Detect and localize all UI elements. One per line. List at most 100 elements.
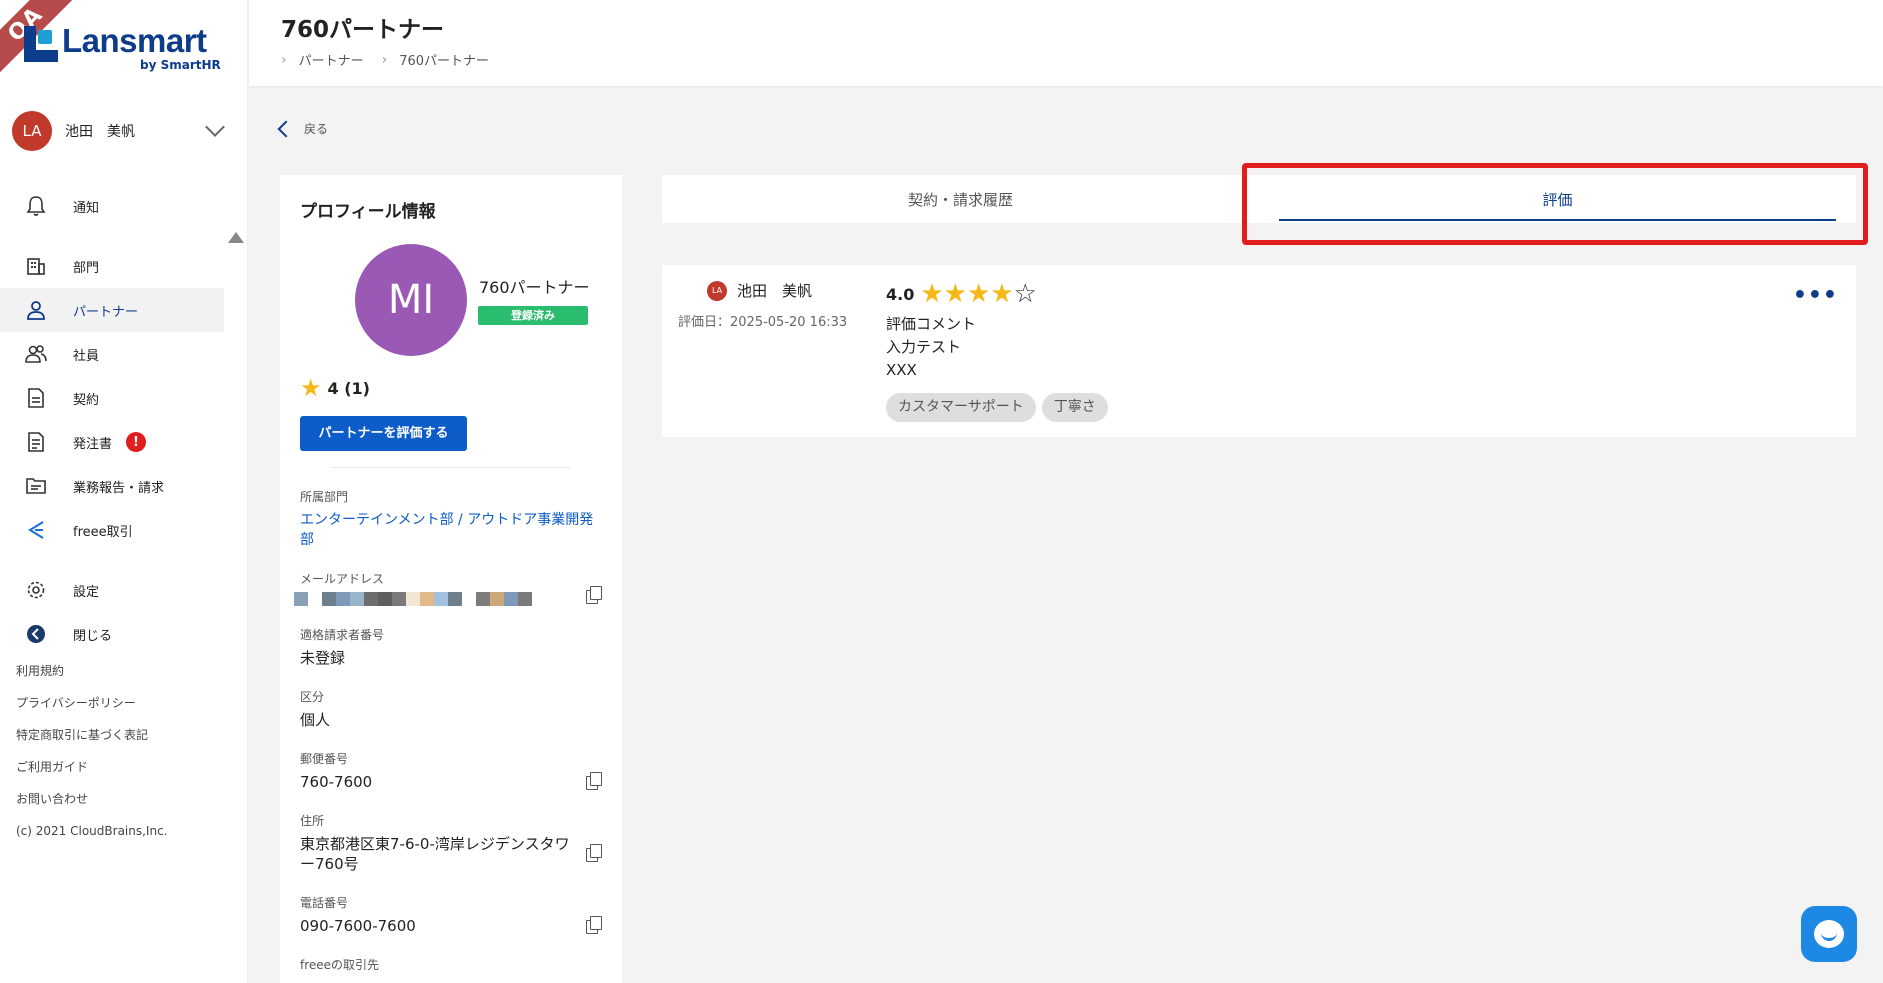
field-value: 個人 (300, 711, 331, 729)
review-card: LA 池田 美帆 評価日：2025-05-20 16:33 4.0 ★★★★☆ … (662, 265, 1856, 437)
field-value: 090-7600-7600 (300, 917, 416, 935)
back-link[interactable]: 戻る (277, 120, 329, 137)
partner-name: 760パートナー (479, 278, 590, 297)
copy-icon[interactable] (586, 844, 602, 862)
sidebar-item-department[interactable]: 部門 (0, 244, 224, 288)
sidebar-item-label: 閉じる (73, 628, 113, 644)
invoice-field: 適格請求者番号 未登録 (300, 626, 602, 668)
avatar: LA (12, 111, 52, 151)
sidebar-item-close[interactable]: 閉じる (0, 612, 224, 656)
divider (332, 467, 570, 468)
bell-icon (25, 195, 47, 217)
field-value: 東京都港区東7-6-0-湾岸レジデンスタワー760号 (300, 835, 570, 873)
gear-icon (25, 579, 47, 601)
sidebar-item-label: 契約 (73, 392, 100, 408)
copy-icon[interactable] (586, 772, 602, 790)
comment-line: 評価コメント (886, 315, 977, 333)
review-comment: 評価コメント 入力テスト XXX (886, 313, 976, 382)
footer-link-guide[interactable]: ご利用ガイド (16, 759, 168, 791)
page-header: 760パートナー › パートナー › 760パートナー (249, 0, 1883, 86)
logo-subtext: by SmartHR (140, 58, 221, 72)
review-tags: カスタマーサポート 丁寧さ (886, 393, 1114, 422)
comment-line: XXX (886, 361, 917, 379)
phone-field: 電話番号 090-7600-7600 (300, 894, 602, 936)
freee-field: freeeの取引先 (300, 956, 602, 973)
folder-icon (25, 475, 47, 497)
logo-text: Lansmart (62, 22, 207, 59)
profile-card: プロフィール情報 MI 760パートナー 登録済み ★ 4 (1) パートナーを… (280, 175, 622, 983)
logo-mark-icon (20, 26, 60, 66)
sidebar-item-notify[interactable]: 通知 (0, 184, 224, 228)
sidebar-item-report[interactable]: 業務報告・請求 (0, 464, 224, 508)
sidebar-item-label: 部門 (73, 260, 100, 276)
field-label: メールアドレス (300, 572, 385, 586)
field-label: freeeの取引先 (300, 958, 380, 972)
copy-icon[interactable] (586, 586, 602, 604)
profile-heading: プロフィール情報 (300, 202, 436, 222)
breadcrumb-item[interactable]: 760パートナー (399, 50, 489, 69)
star-icon: ★ (920, 279, 944, 309)
document-icon (25, 387, 47, 409)
sidebar-item-label: 設定 (73, 584, 100, 600)
scroll-up-arrow-icon[interactable] (228, 232, 244, 243)
breadcrumb-item[interactable]: パートナー (299, 50, 364, 69)
department-link[interactable]: エンターテインメント部 / アウトドア事業開発部 (300, 510, 602, 550)
field-value: 未登録 (300, 649, 346, 667)
tag: カスタマーサポート (886, 393, 1036, 422)
footer-link-privacy[interactable]: プライバシーポリシー (16, 695, 168, 727)
sidebar-item-label: 社員 (73, 348, 100, 364)
footer-link-terms[interactable]: 利用規約 (16, 663, 168, 695)
copy-icon[interactable] (586, 916, 602, 934)
more-options-icon[interactable]: ••• (1793, 283, 1838, 308)
chat-button[interactable] (1801, 906, 1857, 962)
field-label: 適格請求者番号 (300, 628, 385, 642)
chat-icon (1814, 920, 1844, 948)
sidebar-item-freee[interactable]: freee取引 (0, 508, 224, 552)
alert-badge: ! (126, 432, 147, 452)
sidebar-item-label: 業務報告・請求 (73, 480, 165, 496)
sidebar-item-label: 通知 (73, 200, 100, 216)
sidebar-item-partner[interactable]: パートナー (0, 288, 224, 332)
sidebar-item-settings[interactable]: 設定 (0, 568, 224, 612)
review-score: 4.0 ★★★★☆ (886, 279, 1037, 309)
evaluate-partner-button[interactable]: パートナーを評価する (300, 416, 467, 451)
sidebar-item-employee[interactable]: 社員 (0, 332, 224, 376)
sidebar-item-contract[interactable]: 契約 (0, 376, 224, 420)
back-label: 戻る (304, 122, 329, 136)
tab-history[interactable]: 契約・請求履歴 (662, 175, 1259, 223)
tab-review[interactable]: 評価 (1259, 175, 1856, 223)
profile-summary: MI 760パートナー 登録済み (300, 244, 602, 364)
page-title: 760パートナー (281, 17, 445, 43)
rating-summary: ★ 4 (1) (300, 374, 602, 402)
star-rating: ★★★★☆ (920, 279, 1037, 309)
footer-links: 利用規約 プライバシーポリシー 特定商取引に基づく表記 ご利用ガイド お問い合わ… (16, 663, 168, 855)
field-label: 区分 (300, 690, 325, 704)
field-label: 電話番号 (300, 896, 349, 910)
star-icon: ★ (943, 279, 967, 309)
chevron-right-icon: › (281, 51, 287, 68)
building-icon (25, 255, 47, 277)
sidebar-item-order[interactable]: 発注書 ! (0, 420, 224, 464)
breadcrumb: › パートナー › 760パートナー (281, 50, 507, 70)
user-menu[interactable]: LA 池田 美帆 (12, 110, 230, 152)
footer-link-contact[interactable]: お問い合わせ (16, 791, 168, 823)
chevron-down-icon[interactable] (205, 117, 225, 137)
field-value: 760-7600 (300, 773, 373, 791)
type-field: 区分 個人 (300, 688, 602, 730)
rating-value: 4 (1) (327, 378, 370, 398)
logo[interactable]: Lansmart by SmartHR (20, 22, 221, 78)
copyright: (c) 2021 CloudBrains,Inc. (16, 824, 168, 838)
status-badge: 登録済み (478, 306, 588, 325)
field-label: 住所 (300, 814, 325, 828)
department-field: 所属部門 エンターテインメント部 / アウトドア事業開発部 (300, 488, 602, 550)
star-icon: ★ (966, 279, 991, 309)
user-name: 池田 美帆 (65, 124, 135, 140)
sidebar-item-label: freee取引 (73, 524, 133, 540)
chevron-right-icon: › (381, 51, 388, 68)
field-label: 郵便番号 (300, 752, 349, 766)
footer-link-law[interactable]: 特定商取引に基づく表記 (16, 727, 168, 759)
order-document-icon (25, 431, 47, 453)
email-field: メールアドレス (294, 570, 602, 606)
avatar: LA (707, 280, 727, 301)
field-label: 所属部門 (300, 490, 349, 504)
